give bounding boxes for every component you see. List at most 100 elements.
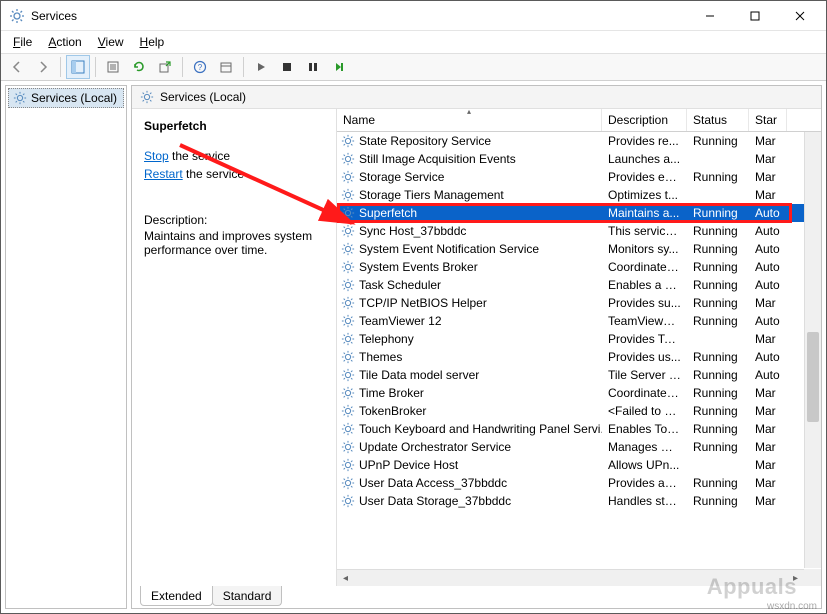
scrollbar-thumb[interactable] (807, 332, 819, 422)
service-row[interactable]: Time BrokerCoordinates...RunningMar (337, 384, 821, 402)
help-button[interactable]: ? (188, 55, 212, 79)
menu-view[interactable]: View (90, 33, 132, 51)
service-status-cell: Running (687, 242, 749, 256)
service-row[interactable]: TCP/IP NetBIOS HelperProvides su...Runni… (337, 294, 821, 312)
service-row[interactable]: Tile Data model serverTile Server f...Ru… (337, 366, 821, 384)
service-name: User Data Storage_37bbddc (359, 494, 511, 508)
service-row[interactable]: Sync Host_37bbddcThis service ...Running… (337, 222, 821, 240)
service-name-cell: Time Broker (337, 386, 602, 400)
service-startup-cell: Mar (749, 440, 787, 454)
horizontal-scrollbar[interactable]: ◂ ▸ (337, 569, 804, 586)
gear-icon (341, 206, 355, 220)
service-name: TokenBroker (359, 404, 426, 418)
service-desc-cell: Coordinates... (602, 386, 687, 400)
service-desc-cell: TeamViewer... (602, 314, 687, 328)
tab-extended[interactable]: Extended (140, 586, 213, 606)
service-name-cell: TeamViewer 12 (337, 314, 602, 328)
service-row[interactable]: ThemesProvides us...RunningAuto (337, 348, 821, 366)
nav-forward-button[interactable] (31, 55, 55, 79)
gear-icon (341, 476, 355, 490)
menu-action[interactable]: Action (40, 33, 89, 51)
service-startup-cell: Auto (749, 350, 787, 364)
service-description-panel: Superfetch Stop the service Restart the … (132, 109, 337, 586)
gear-icon (341, 494, 355, 508)
refresh-button[interactable] (127, 55, 151, 79)
properties-button[interactable] (101, 55, 125, 79)
service-startup-cell: Mar (749, 422, 787, 436)
service-desc-cell: Provides en... (602, 170, 687, 184)
service-desc-cell: Provides su... (602, 296, 687, 310)
details-pane-header: Services (Local) (132, 86, 821, 109)
service-row[interactable]: Storage ServiceProvides en...RunningMar (337, 168, 821, 186)
stop-service-link[interactable]: Stop (144, 149, 169, 163)
column-startup[interactable]: Star (749, 109, 787, 131)
menu-file[interactable]: File (5, 33, 40, 51)
content-area: Services (Local) Services (Local) Superf… (1, 81, 826, 613)
service-row[interactable]: System Event Notification ServiceMonitor… (337, 240, 821, 258)
service-name-cell: TCP/IP NetBIOS Helper (337, 296, 602, 310)
svg-text:?: ? (198, 63, 203, 72)
restart-service-button[interactable] (327, 55, 351, 79)
service-startup-cell: Mar (749, 494, 787, 508)
service-row[interactable]: Storage Tiers ManagementOptimizes t...Ma… (337, 186, 821, 204)
pause-service-button[interactable] (301, 55, 325, 79)
stop-service-line: Stop the service (144, 147, 324, 165)
service-row[interactable]: Touch Keyboard and Handwriting Panel Ser… (337, 420, 821, 438)
toolbar: ? (1, 53, 826, 81)
service-startup-cell: Mar (749, 296, 787, 310)
service-startup-cell: Mar (749, 152, 787, 166)
service-row[interactable]: Task SchedulerEnables a us...RunningAuto (337, 276, 821, 294)
sort-asc-icon: ▴ (467, 109, 471, 116)
minimize-button[interactable] (687, 2, 732, 30)
service-row[interactable]: User Data Storage_37bbddcHandles sto...R… (337, 492, 821, 510)
service-row[interactable]: System Events BrokerCoordinates...Runnin… (337, 258, 821, 276)
service-startup-cell: Mar (749, 134, 787, 148)
service-row[interactable]: TelephonyProvides Tel...Mar (337, 330, 821, 348)
column-name[interactable]: Name ▴ (337, 109, 602, 131)
scrollbar-corner (804, 569, 821, 586)
maximize-button[interactable] (732, 2, 777, 30)
service-row[interactable]: SuperfetchMaintains a...RunningAuto (337, 204, 821, 222)
show-hide-tree-button[interactable] (66, 55, 90, 79)
column-status[interactable]: Status (687, 109, 749, 131)
service-desc-cell: Provides Tel... (602, 332, 687, 346)
export-button[interactable] (153, 55, 177, 79)
service-startup-cell: Mar (749, 170, 787, 184)
service-row[interactable]: Update Orchestrator ServiceManages W...R… (337, 438, 821, 456)
service-row[interactable]: TokenBroker<Failed to R...RunningMar (337, 402, 821, 420)
calendar-button[interactable] (214, 55, 238, 79)
service-name: System Event Notification Service (359, 242, 539, 256)
restart-service-link[interactable]: Restart (144, 167, 183, 181)
service-desc-cell: Launches a... (602, 152, 687, 166)
service-status-cell: Running (687, 314, 749, 328)
menu-help[interactable]: Help (132, 33, 173, 51)
service-name: Time Broker (359, 386, 424, 400)
service-name-cell: Themes (337, 350, 602, 364)
service-row[interactable]: UPnP Device HostAllows UPn...Mar (337, 456, 821, 474)
nav-back-button[interactable] (5, 55, 29, 79)
service-row[interactable]: TeamViewer 12TeamViewer...RunningAuto (337, 312, 821, 330)
start-service-button[interactable] (249, 55, 273, 79)
service-status-cell: Running (687, 404, 749, 418)
gear-icon (13, 91, 27, 105)
service-row[interactable]: Still Image Acquisition EventsLaunches a… (337, 150, 821, 168)
vertical-scrollbar[interactable] (804, 132, 821, 568)
gear-icon (341, 278, 355, 292)
service-name-cell: UPnP Device Host (337, 458, 602, 472)
column-description[interactable]: Description (602, 109, 687, 131)
tree-root-node[interactable]: Services (Local) (8, 88, 124, 108)
service-row[interactable]: State Repository ServiceProvides re...Ru… (337, 132, 821, 150)
service-name: Themes (359, 350, 402, 364)
service-status-cell: Running (687, 134, 749, 148)
details-pane-title: Services (Local) (160, 90, 246, 104)
stop-service-button[interactable] (275, 55, 299, 79)
service-startup-cell: Auto (749, 368, 787, 382)
restart-service-line: Restart the service (144, 165, 324, 183)
scroll-right-icon[interactable]: ▸ (787, 573, 804, 584)
gear-icon (341, 260, 355, 274)
gear-icon (341, 440, 355, 454)
service-row[interactable]: User Data Access_37bbddcProvides ap...Ru… (337, 474, 821, 492)
tab-standard[interactable]: Standard (212, 586, 283, 606)
close-button[interactable] (777, 2, 822, 30)
scroll-left-icon[interactable]: ◂ (337, 573, 354, 584)
